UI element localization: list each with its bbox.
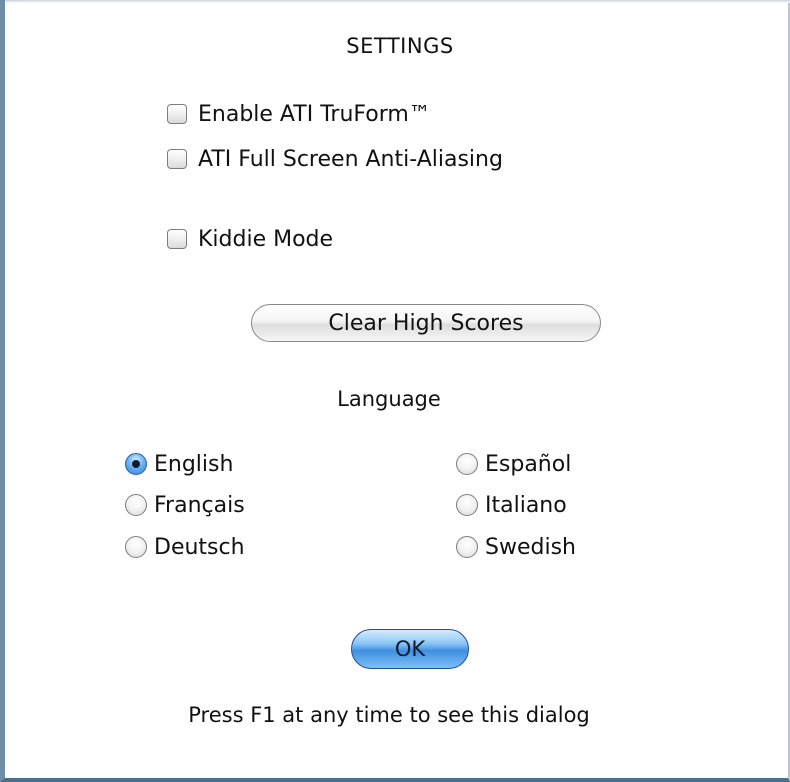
settings-dialog: SETTINGS Enable ATI TruForm™ ATI Full Sc…: [0, 0, 790, 782]
swedish-label: Swedish: [485, 534, 576, 560]
clear-high-scores-button[interactable]: Clear High Scores: [251, 304, 601, 342]
antialiasing-checkbox[interactable]: [167, 149, 187, 169]
antialiasing-label: ATI Full Screen Anti-Aliasing: [198, 146, 503, 172]
deutsch-label: Deutsch: [154, 534, 245, 560]
ok-button[interactable]: OK: [351, 629, 469, 669]
radio-italiano[interactable]: Italiano: [456, 489, 567, 521]
italiano-radio-button[interactable]: [456, 494, 478, 516]
radio-swedish[interactable]: Swedish: [456, 531, 576, 563]
radio-espanol[interactable]: Español: [456, 448, 571, 480]
window-top-edge: [5, 0, 790, 3]
help-hint-text: Press F1 at any time to see this dialog: [188, 703, 590, 727]
radio-deutsch[interactable]: Deutsch: [125, 531, 245, 563]
radio-english[interactable]: English: [125, 448, 233, 480]
checkbox-row-truform[interactable]: Enable ATI TruForm™: [167, 98, 431, 130]
truform-checkbox[interactable]: [167, 104, 187, 124]
dialog-title: SETTINGS: [346, 34, 454, 58]
truform-label: Enable ATI TruForm™: [198, 101, 431, 127]
radio-selected-dot: [132, 460, 140, 468]
francais-radio-button[interactable]: [125, 494, 147, 516]
kiddie-mode-label: Kiddie Mode: [198, 226, 334, 252]
swedish-radio-button[interactable]: [456, 536, 478, 558]
checkbox-row-kiddie-mode[interactable]: Kiddie Mode: [167, 223, 333, 255]
english-label: English: [154, 451, 234, 477]
italiano-label: Italiano: [485, 492, 567, 518]
espanol-label: Español: [485, 451, 572, 477]
english-radio-button[interactable]: [125, 453, 147, 475]
language-heading: Language: [337, 387, 441, 411]
espanol-radio-button[interactable]: [456, 453, 478, 475]
francais-label: Français: [154, 492, 245, 518]
kiddie-mode-checkbox[interactable]: [167, 229, 187, 249]
deutsch-radio-button[interactable]: [125, 536, 147, 558]
checkbox-row-antialiasing[interactable]: ATI Full Screen Anti-Aliasing: [167, 143, 503, 175]
radio-francais[interactable]: Français: [125, 489, 245, 521]
